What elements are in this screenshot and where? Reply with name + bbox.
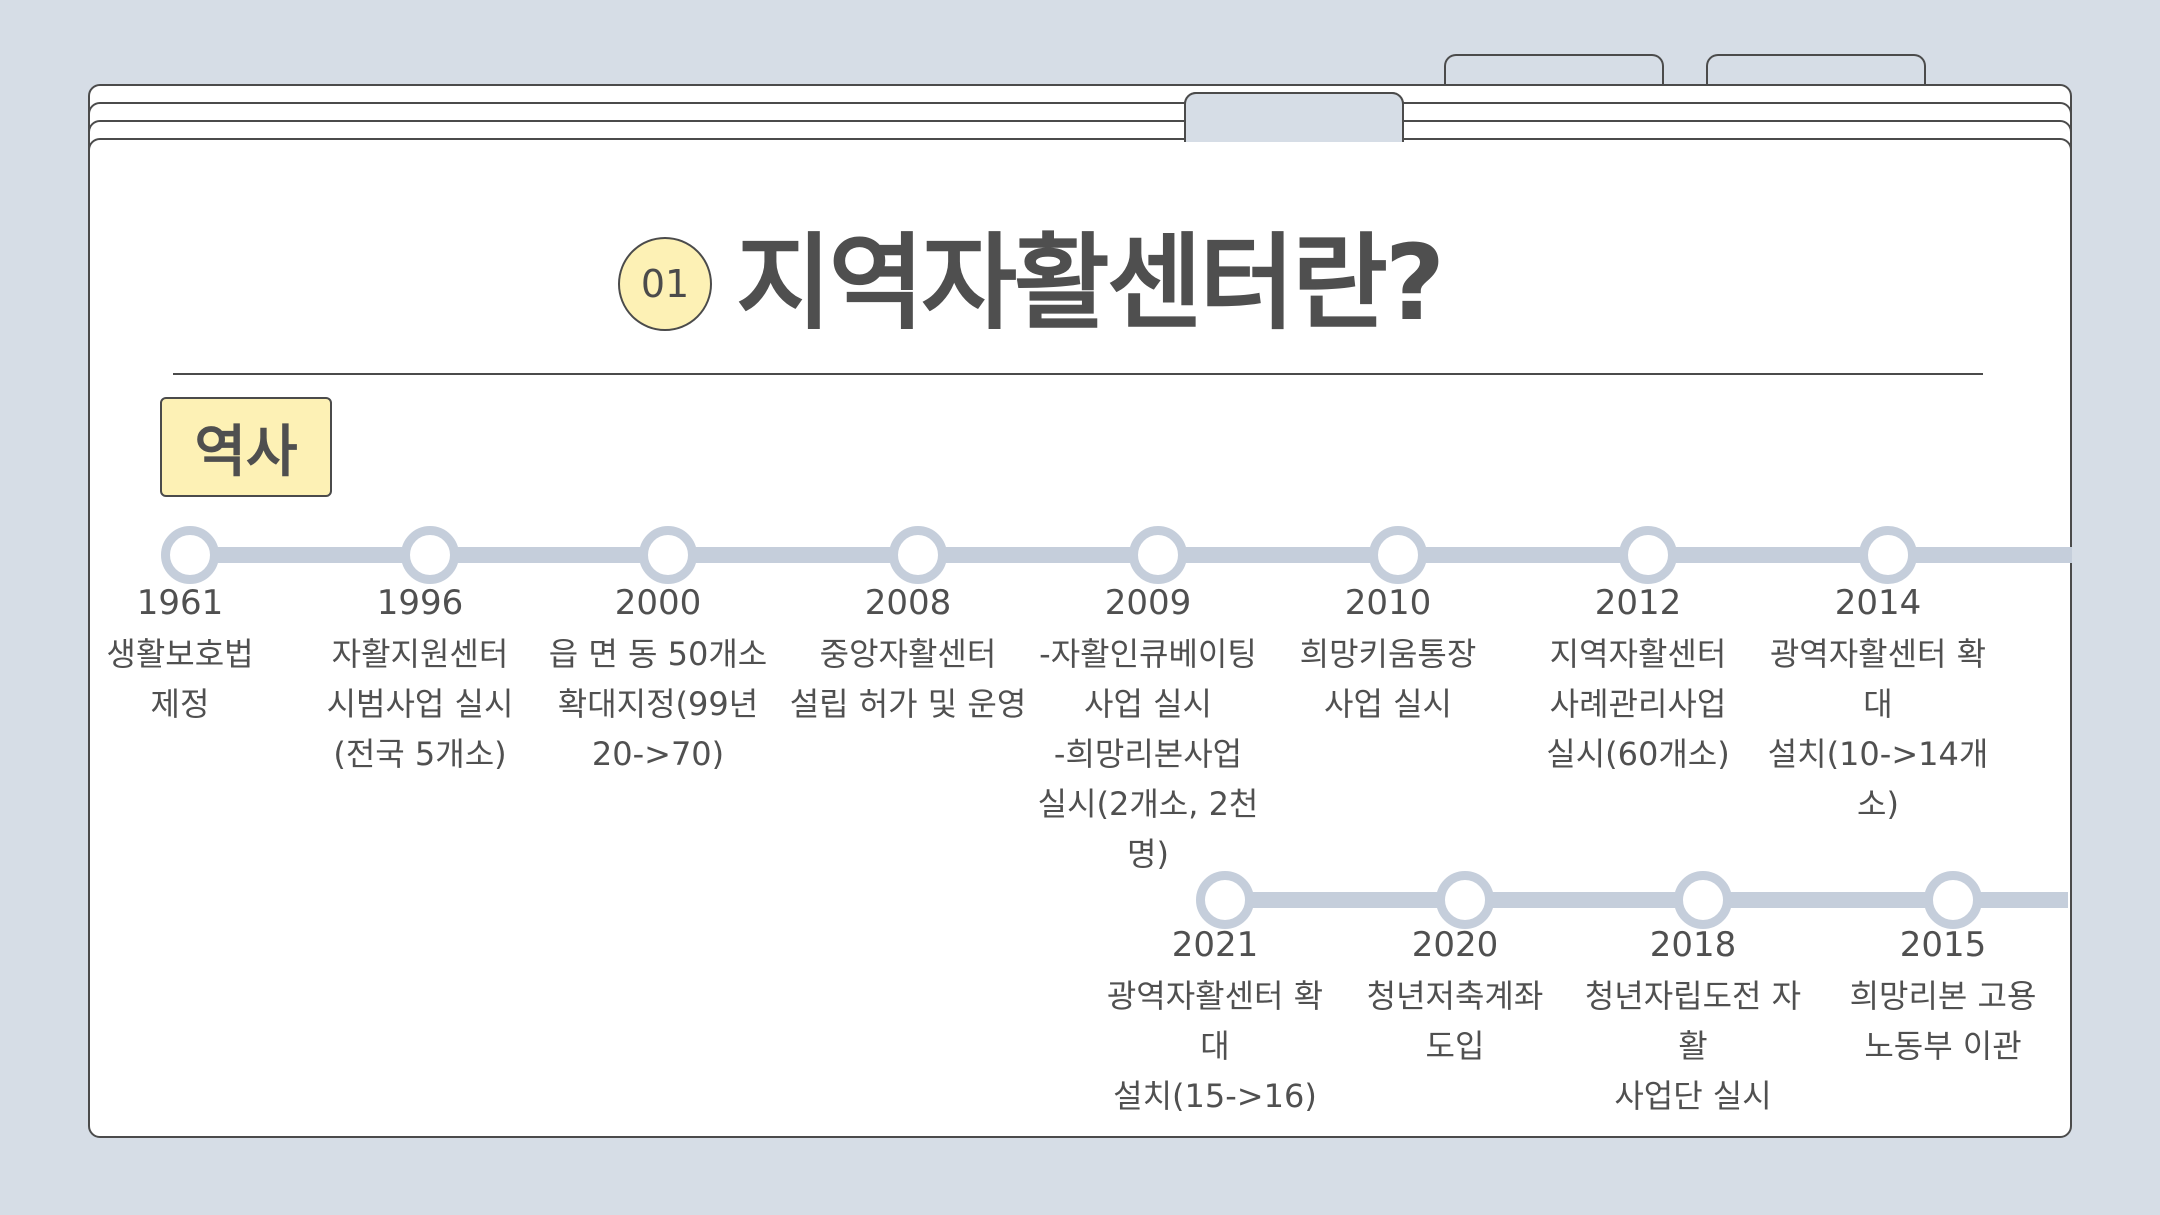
timeline-event-2010: 2010 희망키움통장사업 실시 xyxy=(1268,583,1508,729)
event-description: 광역자활센터 확대설치(15->16) xyxy=(1095,971,1335,1121)
event-description-line: 청년자립도전 자활 xyxy=(1584,977,1802,1065)
event-description-line: 희망키움통장 xyxy=(1299,635,1477,673)
event-year: 2008 xyxy=(864,583,952,623)
timeline-event-2008: 2008 중앙자활센터설립 허가 및 운영 xyxy=(788,583,1028,729)
timeline-event-2015: 2015 희망리본 고용노동부 이관 xyxy=(1823,925,2063,1071)
event-description-line: 중앙자활센터 xyxy=(819,635,997,673)
event-year: 2009 xyxy=(1104,583,1192,623)
event-year: 2014 xyxy=(1834,583,1922,623)
timeline-node-2014 xyxy=(1859,526,1917,584)
event-description-line: 생활보호법 xyxy=(106,635,254,673)
timeline-node-2020 xyxy=(1436,871,1494,929)
timeline-event-2020: 2020 청년저축계좌도입 xyxy=(1335,925,1575,1071)
event-description-line: 광역자활센터 확대 xyxy=(1769,635,1987,723)
event-description-line: 자활지원센터 xyxy=(331,635,509,673)
event-year: 2018 xyxy=(1649,925,1737,965)
event-description: 중앙자활센터설립 허가 및 운영 xyxy=(788,629,1028,729)
timeline-node-2009 xyxy=(1129,526,1187,584)
event-description-line: 실시(2개소, 2천 명) xyxy=(1037,785,1259,873)
event-description-line: -희망리본사업 xyxy=(1053,735,1243,773)
timeline-event-2012: 2012 지역자활센터사례관리사업실시(60개소) xyxy=(1518,583,1758,779)
event-description-line: 제정 xyxy=(150,685,210,723)
page-title: 지역자활센터란? xyxy=(736,222,1445,344)
event-description-line: 희망리본 고용 xyxy=(1849,977,2037,1015)
event-description: -자활인큐베이팅사업 실시 -희망리본사업실시(2개소, 2천 명) xyxy=(1028,629,1268,879)
section-label: 역사 xyxy=(160,397,332,497)
folder-tab-active xyxy=(1184,92,1404,142)
event-year: 1996 xyxy=(376,583,464,623)
event-description-line: 설치(15->16) xyxy=(1113,1077,1317,1115)
timeline-event-2014: 2014 광역자활센터 확대설치(10->14개소) xyxy=(1758,583,1998,829)
event-description-line: -자활인큐베이팅 xyxy=(1039,635,1257,673)
event-description: 읍 면 동 50개소확대지정(99년 20->70) xyxy=(538,629,778,779)
event-description: 청년저축계좌도입 xyxy=(1335,971,1575,1071)
event-description-line: 20->70) xyxy=(591,735,725,773)
section-number-badge: 01 xyxy=(618,237,712,331)
event-description-line: 사업 실시 xyxy=(1084,685,1212,723)
event-year: 2012 xyxy=(1594,583,1682,623)
timeline-event-2000: 2000 읍 면 동 50개소확대지정(99년 20->70) xyxy=(538,583,778,779)
timeline-node-2008 xyxy=(889,526,947,584)
timeline-node-2010 xyxy=(1369,526,1427,584)
event-description-line: (전국 5개소) xyxy=(333,735,507,773)
event-description-line: 읍 면 동 50개소 xyxy=(548,635,768,673)
event-year: 2015 xyxy=(1899,925,1987,965)
event-description: 희망키움통장사업 실시 xyxy=(1268,629,1508,729)
event-description-line: 청년저축계좌 xyxy=(1366,977,1544,1015)
event-year: 1961 xyxy=(136,583,224,623)
event-description: 지역자활센터사례관리사업실시(60개소) xyxy=(1518,629,1758,779)
event-description-line: 설립 허가 및 운영 xyxy=(789,685,1027,723)
event-year: 2021 xyxy=(1171,925,1259,965)
event-year: 2020 xyxy=(1411,925,1499,965)
event-year: 2010 xyxy=(1344,583,1432,623)
event-description: 광역자활센터 확대설치(10->14개소) xyxy=(1758,629,1998,829)
event-description-line: 실시(60개소) xyxy=(1546,735,1730,773)
event-description: 청년자립도전 자활사업단 실시 xyxy=(1573,971,1813,1121)
event-description-line: 시범사업 실시 xyxy=(326,685,514,723)
event-description-line: 사례관리사업 xyxy=(1549,685,1727,723)
event-description-line: 설치(10->14개소) xyxy=(1767,735,1989,823)
event-description: 희망리본 고용노동부 이관 xyxy=(1823,971,2063,1071)
timeline-event-2018: 2018 청년자립도전 자활사업단 실시 xyxy=(1573,925,1813,1121)
timeline-node-2000 xyxy=(639,526,697,584)
event-description-line: 노동부 이관 xyxy=(1864,1027,2022,1065)
event-year: 2000 xyxy=(614,583,702,623)
timeline-node-1996 xyxy=(401,526,459,584)
timeline-node-1961 xyxy=(161,526,219,584)
timeline-event-2021: 2021 광역자활센터 확대설치(15->16) xyxy=(1095,925,1335,1121)
event-description-line: 사업 실시 xyxy=(1324,685,1452,723)
timeline-event-1961: 1961 생활보호법제정 xyxy=(60,583,300,729)
title-divider xyxy=(173,373,1983,375)
timeline-node-2018 xyxy=(1674,871,1732,929)
event-description-line: 도입 xyxy=(1425,1027,1485,1065)
timeline-node-2012 xyxy=(1619,526,1677,584)
timeline-event-1996: 1996 자활지원센터시범사업 실시 (전국 5개소) xyxy=(300,583,540,779)
section-number: 01 xyxy=(640,262,690,306)
event-description: 자활지원센터시범사업 실시 (전국 5개소) xyxy=(300,629,540,779)
timeline-node-2021 xyxy=(1196,871,1254,929)
event-description-line: 확대지정(99년 xyxy=(557,685,759,723)
event-description: 생활보호법제정 xyxy=(60,629,300,729)
timeline-event-2009: 2009 -자활인큐베이팅사업 실시 -희망리본사업실시(2개소, 2천 명) xyxy=(1028,583,1268,879)
event-description-line: 지역자활센터 xyxy=(1549,635,1727,673)
event-description-line: 사업단 실시 xyxy=(1614,1077,1772,1115)
timeline-node-2015 xyxy=(1924,871,1982,929)
event-description-line: 광역자활센터 확대 xyxy=(1106,977,1324,1065)
